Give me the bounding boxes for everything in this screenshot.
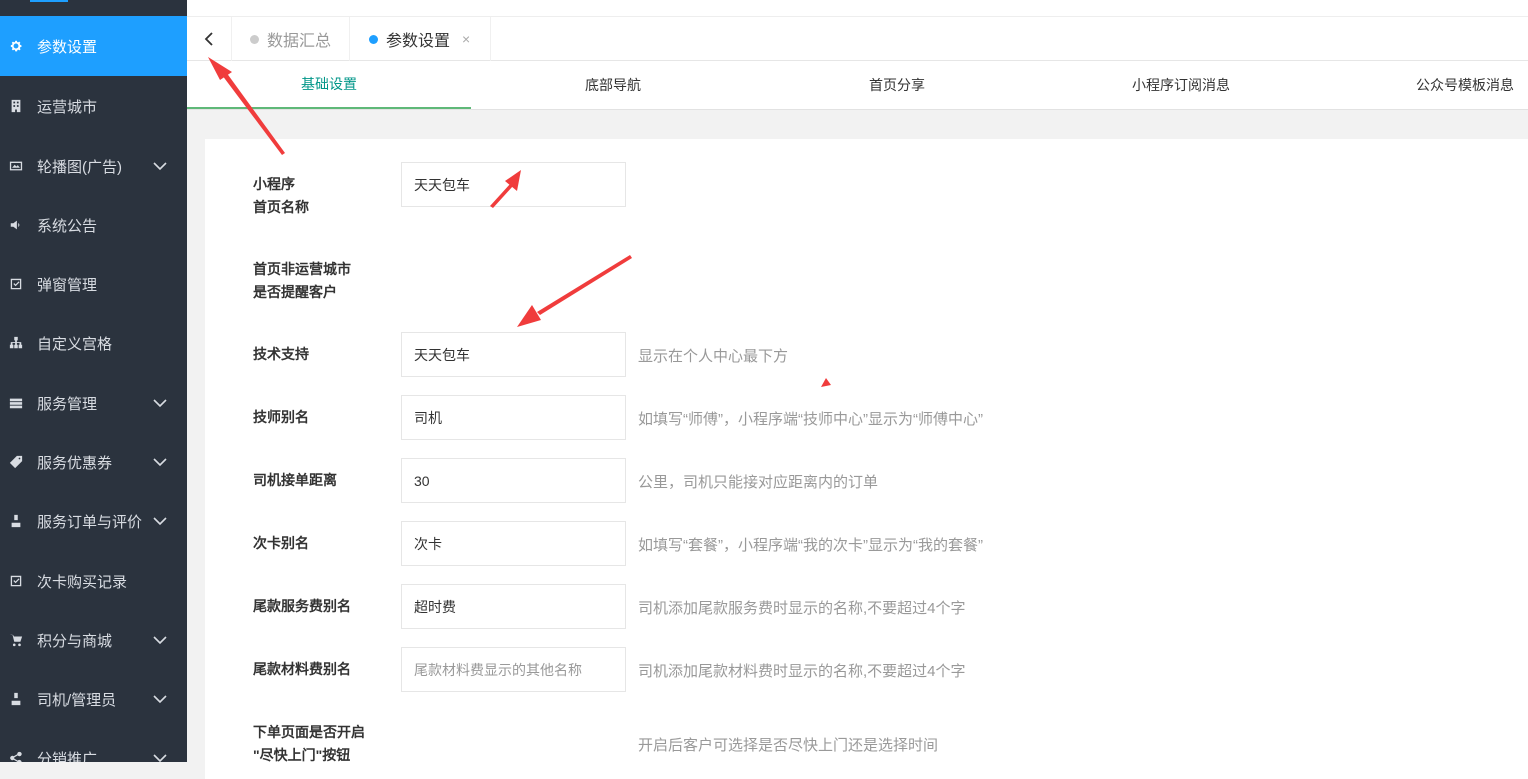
tech-support-hint: 显示在个人中心最下方 — [638, 348, 789, 365]
sidebar-item-popups[interactable]: 弹窗管理 — [0, 254, 187, 314]
tab-status-dot — [250, 34, 259, 44]
sidebar-item-label: 分销推广 — [37, 750, 98, 763]
order-distance-hint: 公里，司机只能接对应距离内的订单 — [638, 474, 879, 491]
sidebar-item-banners[interactable]: 轮播图(广告) — [0, 136, 187, 196]
field-label-app-name: 小程序 首页名称 — [253, 176, 309, 215]
tag-icon — [8, 454, 24, 470]
checkbox-icon — [8, 573, 24, 589]
page-tab-bar: 数据汇总 参数设置 × — [187, 17, 1528, 61]
tab-data-summary[interactable]: 数据汇总 — [232, 17, 351, 61]
field-label-tech-alias: 技师别名 — [253, 409, 309, 425]
field-label-asap-button: 下单页面是否开启 "尽快上门"按钮 — [253, 724, 365, 763]
close-icon[interactable]: × — [462, 31, 470, 47]
chevron-down-icon — [153, 691, 167, 704]
speaker-icon — [8, 217, 24, 233]
tab-label: 数据汇总 — [267, 33, 332, 50]
subtab-oa-template[interactable]: 公众号模板消息 — [1323, 61, 1528, 109]
order-distance-input[interactable] — [401, 458, 626, 503]
card-alias-input[interactable] — [401, 521, 626, 566]
settings-subtabs: 基础设置 底部导航 首页分享 小程序订阅消息 公众号模板消息 — [187, 61, 1528, 110]
back-button[interactable] — [187, 17, 232, 61]
service-fee-alias-hint: 司机添加尾款服务费时显示的名称,不要超过4个字 — [638, 600, 966, 617]
chevron-down-icon — [153, 750, 167, 762]
sidebar-item-label: 轮播图(广告) — [37, 158, 122, 176]
sidebar-item-label: 司机/管理员 — [37, 691, 117, 709]
sidebar-item-label: 参数设置 — [37, 38, 98, 56]
sidebar-item-cities[interactable]: 运营城市 — [0, 76, 187, 136]
gear-icon — [8, 38, 24, 54]
subtab-home-share[interactable]: 首页分享 — [755, 61, 1039, 109]
chevron-left-icon — [204, 32, 213, 46]
sidebar-item-label: 服务管理 — [37, 395, 98, 413]
material-fee-alias-hint: 司机添加尾款材料费时显示的名称,不要超过4个字 — [638, 663, 966, 680]
sidebar-logo-area — [0, 0, 187, 16]
cart-icon — [8, 632, 24, 648]
sidebar-item-params[interactable]: 参数设置 — [0, 16, 187, 76]
sidebar-item-label: 系统公告 — [37, 217, 98, 235]
building-icon — [8, 98, 24, 114]
subtab-bottom-nav[interactable]: 底部导航 — [471, 61, 755, 109]
asap-button-hint: 开启后客户可选择是否尽快上门还是选择时间 — [638, 737, 939, 754]
sidebar-item-announcements[interactable]: 系统公告 — [0, 195, 187, 255]
chevron-down-icon — [153, 395, 167, 408]
sidebar-item-label: 运营城市 — [37, 98, 98, 116]
sidebar-item-coupons[interactable]: 服务优惠券 — [0, 432, 187, 492]
subtab-mp-subscribe[interactable]: 小程序订阅消息 — [1039, 61, 1323, 109]
sidebar-item-label: 自定义宫格 — [37, 335, 113, 353]
field-label-order-distance: 司机接单距离 — [253, 472, 337, 488]
service-fee-alias-input[interactable] — [401, 584, 626, 629]
tech-alias-input[interactable] — [401, 395, 626, 440]
sidebar-item-services[interactable]: 服务管理 — [0, 373, 187, 433]
field-label-noncity-remind: 首页非运营城市 是否提醒客户 — [253, 261, 351, 300]
chevron-down-icon — [153, 158, 167, 171]
server-icon — [8, 395, 24, 411]
sitemap-icon — [8, 335, 24, 351]
tech-support-input[interactable] — [401, 332, 626, 377]
user-icon — [8, 513, 24, 529]
card-alias-hint: 如填写“套餐”，小程序端“我的次卡”显示为“我的套餐” — [638, 537, 983, 554]
material-fee-alias-input[interactable] — [401, 647, 626, 692]
chevron-down-icon — [153, 632, 167, 645]
sidebar: 参数设置 运营城市 轮播图(广告) 系统公告 弹窗管理 自定义宫格 服务管理 服… — [0, 0, 187, 762]
share-icon — [8, 750, 24, 762]
sidebar-item-grid[interactable]: 自定义宫格 — [0, 313, 187, 373]
tech-alias-hint: 如填写“师傅”，小程序端“技师中心”显示为“师傅中心” — [638, 411, 983, 428]
app-name-input[interactable] — [401, 162, 626, 207]
sidebar-item-drivers[interactable]: 司机/管理员 — [0, 669, 187, 729]
sidebar-item-label: 服务订单与评价 — [37, 513, 143, 531]
field-label-card-alias: 次卡别名 — [253, 535, 309, 551]
checkbox-icon — [8, 276, 24, 292]
tab-label: 参数设置 — [386, 33, 451, 50]
sidebar-item-label: 积分与商城 — [37, 632, 113, 650]
sidebar-item-label: 服务优惠券 — [37, 454, 113, 472]
field-label-service-fee-alias: 尾款服务费别名 — [253, 598, 351, 614]
field-label-material-fee-alias: 尾款材料费别名 — [253, 661, 351, 677]
sidebar-item-label: 次卡购买记录 — [37, 573, 128, 591]
sidebar-item-card-records[interactable]: 次卡购买记录 — [0, 551, 187, 611]
field-label-tech-support: 技术支持 — [253, 346, 309, 362]
image-icon — [8, 158, 24, 174]
header-strip — [187, 0, 1528, 17]
sidebar-item-distribution[interactable]: 分销推广 — [0, 728, 187, 762]
sidebar-item-label: 弹窗管理 — [37, 276, 98, 294]
chevron-down-icon — [153, 454, 167, 467]
tab-status-dot — [369, 34, 378, 44]
sidebar-item-points-mall[interactable]: 积分与商城 — [0, 610, 187, 670]
subtab-basic[interactable]: 基础设置 — [187, 61, 471, 109]
tab-params-settings[interactable]: 参数设置 × — [349, 17, 492, 61]
chevron-down-icon — [153, 513, 167, 526]
sidebar-item-orders[interactable]: 服务订单与评价 — [0, 491, 187, 551]
user-icon — [8, 691, 24, 707]
